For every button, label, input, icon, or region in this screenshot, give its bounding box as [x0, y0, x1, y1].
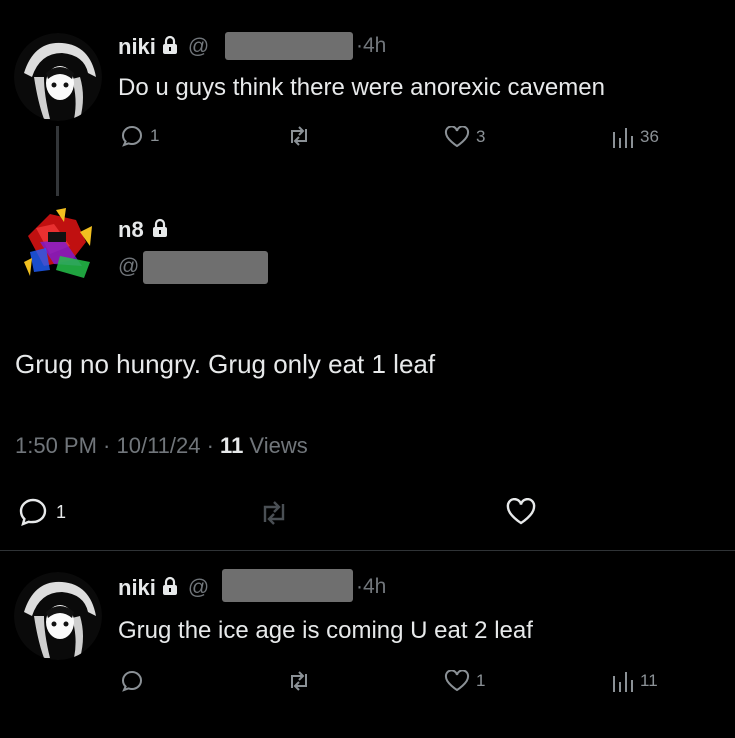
like-button[interactable] [505, 498, 537, 526]
reply-icon [121, 670, 142, 692]
display-name[interactable]: niki [118, 575, 156, 601]
lock-icon [162, 576, 178, 601]
display-name[interactable]: niki [118, 34, 156, 60]
tweet-text: Grug the ice age is coming U eat 2 leaf [118, 617, 533, 644]
timestamp[interactable]: ·4h [356, 34, 386, 58]
reply-count: 1 [150, 126, 160, 145]
tweet-text: Do u guys think there were anorexic cave… [118, 74, 605, 101]
reply-icon [120, 124, 144, 148]
display-name[interactable]: n8 [118, 217, 144, 243]
like-button[interactable]: 3 [444, 126, 485, 148]
redacted-handle [143, 251, 268, 284]
heart-icon [506, 498, 536, 525]
reply-count: 1 [56, 501, 67, 522]
divider [0, 550, 735, 551]
reply-button[interactable] [120, 669, 144, 693]
views-button[interactable]: 11 [610, 670, 658, 692]
like-count: 1 [476, 671, 486, 690]
views-icon [610, 670, 634, 692]
retweet-icon [291, 126, 307, 146]
lock-icon [152, 218, 168, 243]
reply-button[interactable]: 1 [18, 498, 66, 526]
handle-prefix[interactable]: @ [188, 35, 209, 59]
views-label: Views [243, 433, 308, 458]
redacted-handle [222, 569, 353, 602]
retweet-button[interactable] [286, 670, 312, 692]
reply-icon [18, 498, 48, 526]
avatar-n8[interactable] [20, 206, 98, 284]
retweet-icon [291, 671, 307, 691]
timestamp[interactable]: ·4h [356, 575, 386, 599]
thread-connector [56, 126, 59, 196]
views-button[interactable]: 36 [610, 126, 659, 148]
retweet-icon [263, 501, 285, 525]
like-count: 3 [476, 127, 486, 146]
view-count: 11 [640, 671, 658, 690]
redacted-handle [225, 32, 353, 60]
heart-icon [444, 670, 470, 692]
lock-icon [162, 35, 178, 60]
avatar-niki[interactable] [14, 33, 102, 121]
like-button[interactable]: 1 [444, 670, 485, 692]
tweet-date[interactable]: 1:50 PM · 10/11/24 · [15, 433, 220, 458]
handle-prefix[interactable]: @ [188, 576, 209, 600]
view-count: 11 [220, 433, 244, 458]
handle-prefix[interactable]: @ [118, 255, 139, 279]
avatar-niki[interactable] [14, 572, 102, 660]
retweet-button[interactable] [286, 125, 312, 147]
retweet-button[interactable] [258, 500, 290, 526]
tweet-meta: 1:50 PM · 10/11/24 · 11 Views [15, 433, 308, 459]
reply-button[interactable]: 1 [120, 124, 159, 148]
tweet-text: Grug no hungry. Grug only eat 1 leaf [15, 349, 436, 379]
view-count: 36 [640, 127, 659, 146]
views-icon [610, 126, 634, 148]
heart-icon [444, 126, 470, 148]
